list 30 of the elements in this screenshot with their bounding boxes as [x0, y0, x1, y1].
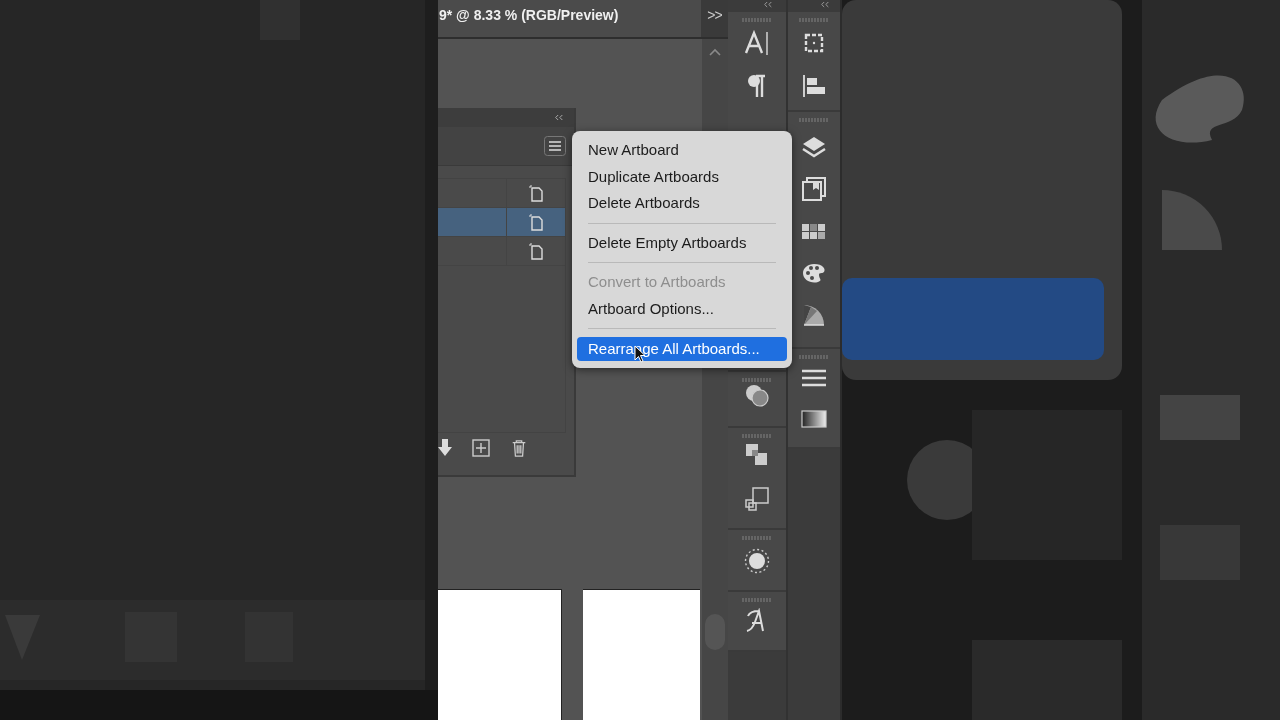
menu-icon[interactable]: [544, 136, 566, 156]
menu-item[interactable]: Duplicate Artboards: [577, 163, 787, 190]
artboard-icon: [528, 242, 544, 260]
gradient-wedge-icon[interactable]: [801, 302, 827, 328]
pathfinder-icon[interactable]: [744, 442, 770, 468]
menu-item[interactable]: Delete Artboards: [577, 190, 787, 217]
artboard-row[interactable]: [438, 208, 565, 237]
collapse-icon[interactable]: [554, 114, 564, 121]
collapse-icon[interactable]: [763, 1, 773, 8]
menu-item[interactable]: New Artboard: [577, 137, 787, 164]
layers-icon[interactable]: [801, 134, 827, 160]
artboard-row[interactable]: [438, 179, 565, 208]
artboard-row[interactable]: [438, 237, 565, 266]
move-down-icon[interactable]: [438, 439, 452, 457]
trash-icon[interactable]: [510, 439, 528, 457]
menu-item[interactable]: Artboard Options...: [577, 295, 787, 322]
transform-icon[interactable]: [744, 486, 770, 512]
artboard-icon: [528, 213, 544, 231]
document-tab[interactable]: 9* @ 8.33 % (RGB/Preview): [438, 0, 701, 37]
appearance-icon[interactable]: [744, 548, 770, 574]
libraries-icon[interactable]: [801, 176, 827, 202]
scroll-up-icon[interactable]: [709, 48, 721, 56]
transparency-icon[interactable]: [744, 383, 770, 409]
artboard-icon: [528, 184, 544, 202]
tab-overflow-button[interactable]: >>: [701, 0, 728, 37]
align-icon[interactable]: [801, 73, 827, 99]
menu-item[interactable]: Delete Empty Artboards: [577, 229, 787, 256]
add-icon[interactable]: [472, 439, 490, 457]
character-icon[interactable]: [744, 30, 770, 56]
collapse-icon[interactable]: [820, 1, 830, 8]
